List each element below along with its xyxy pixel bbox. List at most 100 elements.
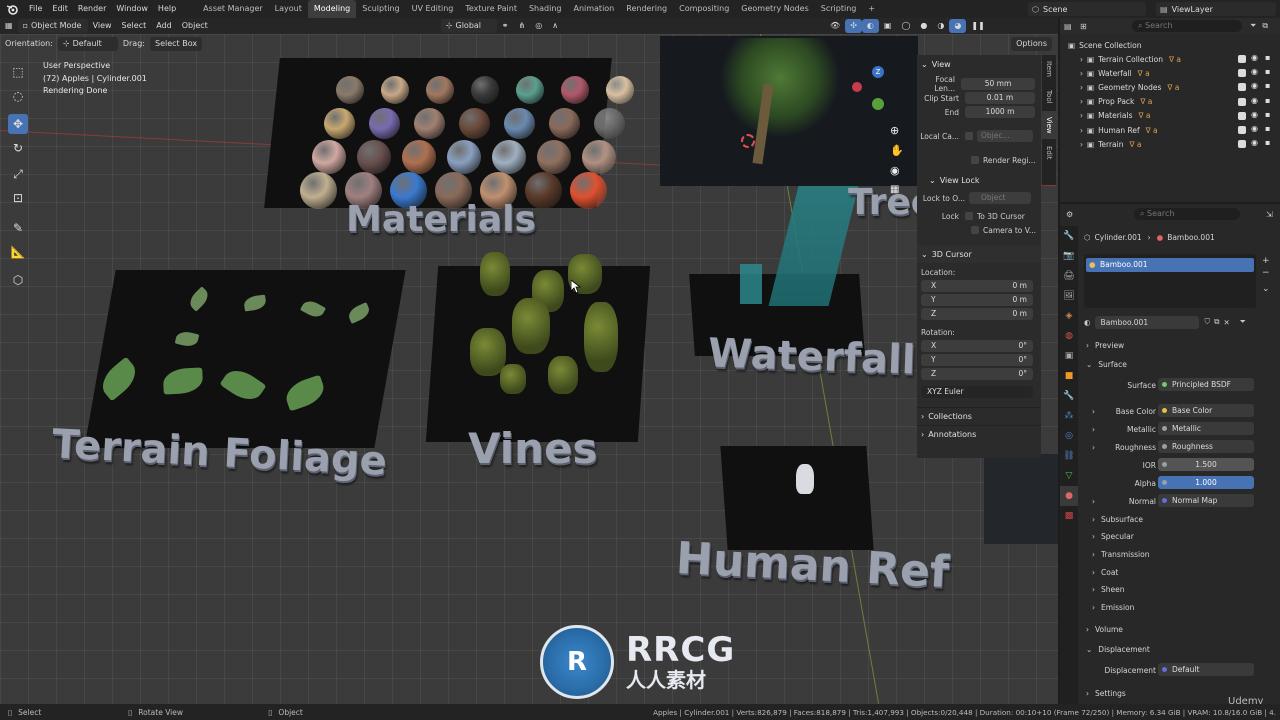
tab-compositing[interactable]: Compositing (673, 0, 735, 18)
expand-arrow-icon[interactable]: › (1080, 83, 1083, 92)
tab-tool[interactable]: Tool (1042, 83, 1056, 111)
new-collection-icon[interactable]: ⧉ (1262, 21, 1268, 31)
material-filter-icon[interactable]: ⏷ (1240, 317, 1246, 327)
menu-add[interactable]: Add (151, 19, 177, 33)
tab-geometry-nodes[interactable]: Geometry Nodes (735, 0, 814, 18)
local-camera-field[interactable]: Objec... (977, 130, 1033, 142)
render-camera-icon[interactable]: ▪ (1265, 110, 1270, 119)
pivot-point-icon[interactable]: ⚭ (497, 19, 514, 33)
blender-logo-icon[interactable] (4, 1, 20, 17)
collections-header[interactable]: › Collections (917, 407, 1041, 425)
zoom-icon[interactable]: ⊕ (890, 124, 904, 138)
annotations-header[interactable]: › Annotations (917, 425, 1041, 443)
add-slot-icon[interactable]: + (1262, 256, 1270, 266)
3d-viewport[interactable]: Materials Terrain Foliage Vines Waterfal… (0, 34, 1058, 704)
menu-file[interactable]: File (24, 0, 47, 18)
rotate-tool-icon[interactable]: ↻ (8, 138, 28, 158)
metallic-field[interactable]: Metallic (1158, 422, 1254, 435)
navigation-gizmo[interactable]: Z (852, 66, 912, 126)
clip-start-field[interactable]: 0.01 m (965, 92, 1035, 104)
collapsed-panel-header[interactable]: › Transmission (1092, 547, 1149, 561)
select-tool-icon[interactable]: ⬚ (8, 62, 28, 82)
scene-selector[interactable]: ⬡ Scene (1028, 2, 1146, 16)
cursor-rotation-x[interactable]: X 0° (917, 339, 1041, 353)
properties-editor-icon[interactable]: ⚙ (1066, 210, 1106, 219)
visibility-eye-icon[interactable]: ◉ (1251, 110, 1258, 119)
local-camera-checkbox[interactable] (965, 132, 973, 140)
visibility-icon[interactable]: 👁 (825, 19, 845, 33)
shading-wireframe-icon[interactable]: ◯ (896, 19, 915, 33)
tab-shading[interactable]: Shading (523, 0, 568, 18)
mode-selector[interactable]: ▫ Object Mode (17, 19, 88, 33)
annotate-tool-icon[interactable]: ✎ (8, 218, 28, 238)
base-color-field[interactable]: Base Color (1158, 404, 1254, 417)
collapsed-panel-header[interactable]: › Emission (1092, 601, 1134, 615)
outliner-root[interactable]: ▣ Scene Collection (1060, 38, 1280, 52)
tab-edit[interactable]: Edit (1042, 139, 1056, 167)
scale-tool-icon[interactable]: ⤢ (8, 164, 28, 184)
slot-menu-icon[interactable]: ⌄ (1262, 284, 1270, 294)
remove-slot-icon[interactable]: − (1262, 268, 1270, 278)
tab-item[interactable]: Item (1042, 55, 1056, 83)
menu-render[interactable]: Render (73, 0, 111, 18)
exclude-checkbox[interactable] (1238, 83, 1246, 92)
expand-arrow-icon[interactable]: › (1080, 55, 1083, 64)
move-tool-icon[interactable]: ✥ (8, 114, 28, 134)
transform-orientation-selector[interactable]: ⊹ Global (440, 19, 497, 33)
tab-rendering[interactable]: Rendering (620, 0, 673, 18)
menu-select[interactable]: Select (117, 19, 152, 33)
expand-arrow-icon[interactable]: › (1080, 97, 1083, 106)
displacement-panel-header[interactable]: ⌄ Displacement (1086, 642, 1150, 656)
tab-uv-editing[interactable]: UV Editing (406, 0, 460, 18)
overlays-icon[interactable]: ◐ (861, 19, 879, 33)
xray-icon[interactable]: ▣ (879, 19, 897, 33)
outliner-item[interactable]: › ▣ Geometry Nodes ∇ a ◉ ▪ (1060, 80, 1280, 94)
displacement-field[interactable]: Default (1158, 663, 1254, 676)
material-slot[interactable]: ● Bamboo.001 (1086, 258, 1254, 272)
pan-hand-icon[interactable]: ✋ (890, 144, 904, 158)
visibility-eye-icon[interactable]: ◉ (1251, 53, 1258, 62)
alpha-field[interactable]: 1.000 (1158, 476, 1254, 489)
expand-arrow-icon[interactable]: › (1080, 111, 1083, 120)
pin-icon[interactable]: ⇲ (1266, 210, 1273, 219)
render-region-checkbox[interactable] (971, 156, 979, 164)
expand-arrow-icon[interactable]: › (1080, 140, 1083, 149)
material-name-field[interactable]: Bamboo.001 (1094, 315, 1199, 329)
world-tab-icon[interactable]: ◍ (1060, 326, 1078, 346)
shading-material-icon[interactable]: ◑ (932, 19, 949, 33)
orientation-selector[interactable]: ⊹ Default (57, 37, 118, 51)
outliner-item[interactable]: › ▣ Waterfall ∇ a ◉ ▪ (1060, 66, 1280, 80)
options-button[interactable]: Options (1011, 37, 1052, 51)
menu-help[interactable]: Help (153, 0, 181, 18)
ior-field[interactable]: 1.500 (1158, 458, 1254, 471)
tab-animation[interactable]: Animation (567, 0, 620, 18)
outliner-search[interactable]: ⌕ Search (1132, 20, 1242, 32)
3d-cursor-header[interactable]: ⌄ 3D Cursor (917, 245, 1041, 263)
material-browse-icon[interactable]: ◐ (1084, 318, 1091, 327)
render-camera-icon[interactable]: ▪ (1265, 138, 1270, 147)
gizmo-z-icon[interactable]: Z (872, 66, 884, 78)
render-camera-icon[interactable]: ▪ (1265, 124, 1270, 133)
cursor-location-z[interactable]: Z0 m (917, 307, 1041, 321)
shading-rendered-icon[interactable]: ◕ (949, 19, 967, 33)
view-layer-tab-icon[interactable]: 🖼 (1060, 286, 1078, 306)
cursor-rotation-y[interactable]: Y 0° (917, 353, 1041, 367)
render-tab-icon[interactable]: 📷 (1060, 246, 1078, 266)
gizmo-toggle-icon[interactable]: ✣ (845, 19, 862, 33)
snap-icon[interactable]: ⋔ (514, 19, 531, 33)
exclude-checkbox[interactable] (1238, 97, 1246, 106)
render-camera-icon[interactable]: ▪ (1265, 96, 1270, 105)
camera-to-view-checkbox[interactable] (971, 226, 979, 234)
expand-arrow-icon[interactable]: › (1080, 69, 1083, 78)
pause-render-icon[interactable]: ❚❚ (966, 19, 989, 33)
cursor-tool-icon[interactable]: ◌ (8, 86, 28, 106)
tool-tab-icon[interactable]: 🔧 (1060, 226, 1078, 246)
clip-end-field[interactable]: 1000 m (965, 106, 1035, 118)
cursor-location-y[interactable]: Y0 m (917, 293, 1041, 307)
roughness-field[interactable]: Roughness (1158, 440, 1254, 453)
collapsed-panel-header[interactable]: › Specular (1092, 530, 1134, 544)
exclude-checkbox[interactable] (1238, 69, 1246, 78)
physics-tab-icon[interactable]: ◎ (1060, 426, 1078, 446)
filter-icon[interactable]: ⏷ (1250, 21, 1256, 31)
output-tab-icon[interactable]: 🖨 (1060, 266, 1078, 286)
